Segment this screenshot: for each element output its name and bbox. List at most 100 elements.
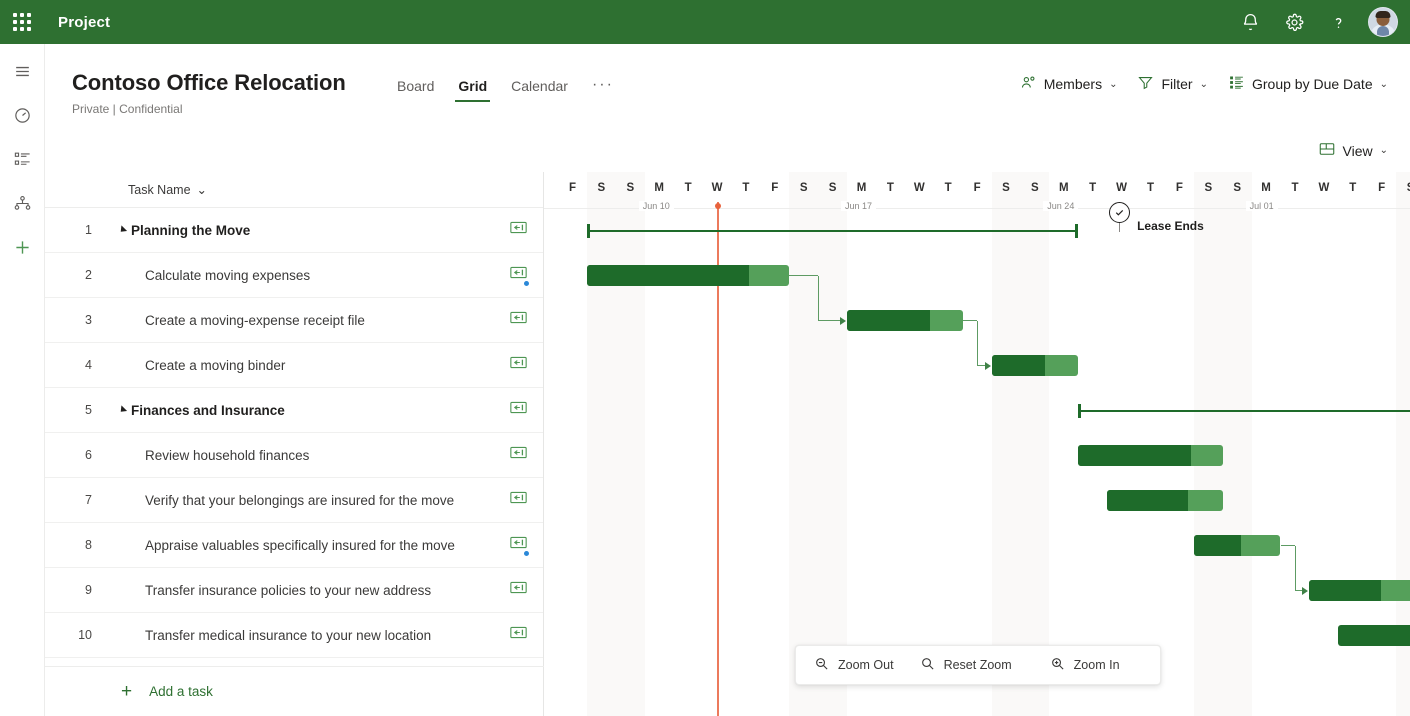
gantt-task-bar[interactable] [847,310,963,331]
timeline-day-label: T [1291,182,1299,194]
task-badge-icon[interactable] [510,491,527,509]
milestone-label: Lease Ends [1137,219,1204,233]
table-row[interactable]: 2 Calculate moving expenses [45,253,543,298]
tab-grid[interactable]: Grid [446,74,499,102]
settings-gear-icon[interactable] [1274,0,1314,44]
table-row[interactable]: 6 Review household finances [45,433,543,478]
task-name-label: Transfer insurance policies to your new … [145,582,432,598]
dep-segment [1294,545,1296,591]
task-list-icon[interactable] [0,142,45,176]
task-badge-icon[interactable] [510,446,527,464]
column-header-task-name[interactable]: Task Name ⌄ [128,182,207,198]
notification-bell-icon[interactable] [1230,0,1270,44]
timeline-day-label: F [1378,182,1386,194]
task-row-id: 6 [85,448,92,462]
waffle-dots [13,13,31,31]
view-button[interactable]: View ⌄ [1318,140,1388,161]
tab-board[interactable]: Board [385,74,446,102]
table-row[interactable]: 9 Transfer insurance policies to your new… [45,568,543,613]
chevron-down-icon: ⌄ [1379,145,1388,156]
timeline-day-label: S [799,182,808,194]
group-by-button[interactable]: Group by Due Date ⌄ [1228,74,1388,94]
add-task-label: Add a task [149,684,213,699]
timeline-day-label: T [944,182,952,194]
hamburger-menu-icon[interactable] [0,54,45,88]
unread-dot-icon [523,280,530,287]
members-button[interactable]: Members ⌄ [1020,74,1117,94]
tab-calendar[interactable]: Calendar [499,74,580,102]
gantt-bar-progress [1078,445,1191,466]
task-badge-icon[interactable] [510,266,530,287]
group-by-label: Group by Due Date [1251,76,1373,92]
dep-segment [818,275,820,321]
dep-arrowhead [1302,586,1309,595]
timeline-day-label: F [1175,182,1183,194]
table-row[interactable]: 4 Create a moving binder [45,343,543,388]
dep-arrowhead [984,361,991,370]
task-badge-icon[interactable] [510,581,527,599]
timeline-day-label: S [1002,182,1010,194]
weekend-column-shade [991,172,1021,716]
view-label: View [1342,142,1373,159]
task-badge-icon[interactable] [510,311,527,329]
task-name-label: Create a moving binder [145,357,286,373]
page-header: Contoso Office Relocation Private | Conf… [45,44,1410,172]
gantt-task-bar[interactable] [1309,580,1410,601]
timeline-day-label: M [856,182,867,194]
collapse-triangle-icon[interactable] [117,225,128,235]
user-avatar[interactable] [1368,7,1398,37]
timeline-day-label: F [973,182,981,194]
task-badge-icon[interactable] [510,401,527,419]
dep-segment [1280,545,1295,546]
table-row[interactable]: 8 Appraise valuables specifically insured… [45,523,543,568]
gantt-timeline-pane[interactable]: FSSMTWTFSSMTWTFSSMTWTFSSMTWTFSJun 10Jun … [544,172,1410,716]
zoom-in-button[interactable]: Zoom In [1050,656,1120,674]
task-name-label: Calculate moving expenses [145,267,311,283]
view-layout-icon [1318,140,1336,161]
gantt-task-bar[interactable] [1338,625,1410,646]
timeline-week-label: Jun 24 [1043,201,1079,211]
timeline-day-label: S [1396,182,1410,194]
filter-button[interactable]: Filter ⌄ [1137,74,1208,94]
gantt-summary-bar[interactable] [586,223,1079,238]
tabs-overflow-button[interactable]: ··· [580,74,626,102]
task-badge-icon[interactable] [510,626,527,644]
zoom-out-button[interactable]: Zoom Out [814,656,894,674]
suite-actions [1230,0,1410,44]
gantt-task-bar[interactable] [1193,535,1281,556]
app-launcher-icon[interactable] [0,0,44,44]
reset-zoom-button[interactable]: Reset Zoom [920,656,1012,674]
gantt-task-bar[interactable] [1078,445,1223,466]
table-row[interactable]: 3 Create a moving-expense receipt file [45,298,543,343]
task-name-label: Appraise valuables specifically insured … [145,537,455,553]
project-app-window: Project Contoso Office Relocation Privat… [0,0,1410,716]
task-badge-icon[interactable] [510,221,527,239]
reset-zoom-label: Reset Zoom [943,658,1012,672]
today-marker-dot [714,203,721,209]
help-question-icon[interactable] [1318,0,1358,44]
gantt-task-bar[interactable] [991,355,1079,376]
collapse-triangle-icon[interactable] [117,405,128,415]
view-control-row: View ⌄ [1318,140,1388,161]
table-row[interactable]: 7 Verify that your belongings are insured… [45,478,543,523]
table-row[interactable]: 5 Finances and Insurance [45,388,543,433]
timeline-day-label: T [1089,182,1097,194]
add-task-row[interactable]: + Add a task [45,666,544,716]
org-chart-icon[interactable] [0,186,45,220]
suite-app-name: Project [58,13,111,31]
dashboard-gauge-icon[interactable] [0,98,45,132]
weekend-column-shade [789,172,819,716]
gantt-task-bar[interactable] [586,265,790,286]
page-title: Contoso Office Relocation [72,70,346,95]
weekend-column-shade [1222,172,1252,716]
timeline-day-label: W [1318,182,1330,194]
weekend-column-shade [818,172,847,716]
add-new-icon[interactable] [0,230,45,264]
gantt-summary-bar[interactable] [1078,403,1410,418]
timeline-day-label: M [1261,182,1271,194]
task-badge-icon[interactable] [510,356,527,374]
task-badge-icon[interactable] [510,536,530,557]
table-row[interactable]: 10 Transfer medical insurance to your new… [45,613,543,658]
table-row[interactable]: 1 Planning the Move [45,208,543,253]
gantt-task-bar[interactable] [1107,490,1223,511]
